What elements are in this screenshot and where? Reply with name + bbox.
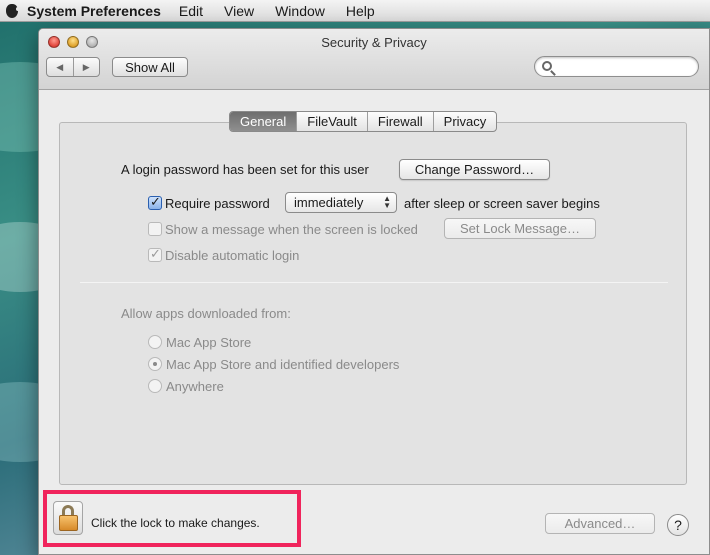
checkmark-icon: ✓ <box>150 246 161 261</box>
change-password-button[interactable]: Change Password… <box>399 159 550 180</box>
disable-auto-login-label: Disable automatic login <box>165 248 300 263</box>
tab-bar: General FileVault Firewall Privacy <box>229 111 498 132</box>
disable-auto-login-checkbox[interactable]: ✓ <box>148 246 162 262</box>
menu-window[interactable]: Window <box>275 3 325 19</box>
radio-identified-developers[interactable] <box>148 357 162 371</box>
general-panel: A login password has been set for this u… <box>59 122 687 485</box>
tab-firewall[interactable]: Firewall <box>368 112 434 131</box>
security-privacy-window: Security & Privacy ◀ ▶ Show All General … <box>38 28 710 555</box>
menu-edit[interactable]: Edit <box>179 3 203 19</box>
radio-mac-app-store[interactable] <box>148 335 162 349</box>
password-delay-value: immediately <box>294 195 364 210</box>
menu-view[interactable]: View <box>224 3 254 19</box>
radio-identified-developers-label: Mac App Store and identified developers <box>166 357 400 372</box>
password-delay-select[interactable]: immediately ▲ ▼ <box>285 192 397 213</box>
menu-bar: System Preferences Edit View Window Help <box>0 0 710 22</box>
window-toolbar: Security & Privacy ◀ ▶ Show All <box>39 29 709 90</box>
tab-filevault[interactable]: FileVault <box>297 112 368 131</box>
search-input[interactable] <box>534 56 699 77</box>
help-button[interactable]: ? <box>667 514 689 536</box>
require-password-label: Require password <box>165 196 270 211</box>
menu-help[interactable]: Help <box>346 3 375 19</box>
radio-anywhere[interactable] <box>148 379 162 393</box>
after-sleep-text: after sleep or screen saver begins <box>404 196 600 211</box>
login-password-text: A login password has been set for this u… <box>121 162 369 177</box>
advanced-button[interactable]: Advanced… <box>545 513 655 534</box>
lock-body <box>59 515 78 531</box>
tab-privacy[interactable]: Privacy <box>434 112 497 131</box>
show-all-button[interactable]: Show All <box>112 57 188 77</box>
radio-anywhere-label: Anywhere <box>166 379 224 394</box>
allow-apps-heading: Allow apps downloaded from: <box>121 306 291 321</box>
window-title: Security & Privacy <box>321 35 427 50</box>
show-message-label: Show a message when the screen is locked <box>165 222 418 237</box>
menu-app-name[interactable]: System Preferences <box>27 3 161 19</box>
search-icon <box>542 61 552 71</box>
show-message-checkbox[interactable] <box>148 222 162 236</box>
back-forward-control: ◀ ▶ <box>46 57 100 77</box>
apple-icon[interactable] <box>6 3 20 18</box>
forward-arrow-icon[interactable]: ▶ <box>74 58 100 76</box>
section-divider <box>80 282 668 283</box>
radio-mac-app-store-label: Mac App Store <box>166 335 252 350</box>
up-down-arrows-icon: ▲ ▼ <box>383 194 391 210</box>
tab-general[interactable]: General <box>230 112 298 131</box>
checkmark-icon: ✓ <box>150 194 161 209</box>
set-lock-message-button[interactable]: Set Lock Message… <box>444 218 596 239</box>
lock-text: Click the lock to make changes. <box>91 516 260 530</box>
require-password-checkbox[interactable]: ✓ <box>148 194 162 210</box>
back-arrow-icon[interactable]: ◀ <box>47 58 74 76</box>
lock-icon[interactable] <box>53 501 83 535</box>
